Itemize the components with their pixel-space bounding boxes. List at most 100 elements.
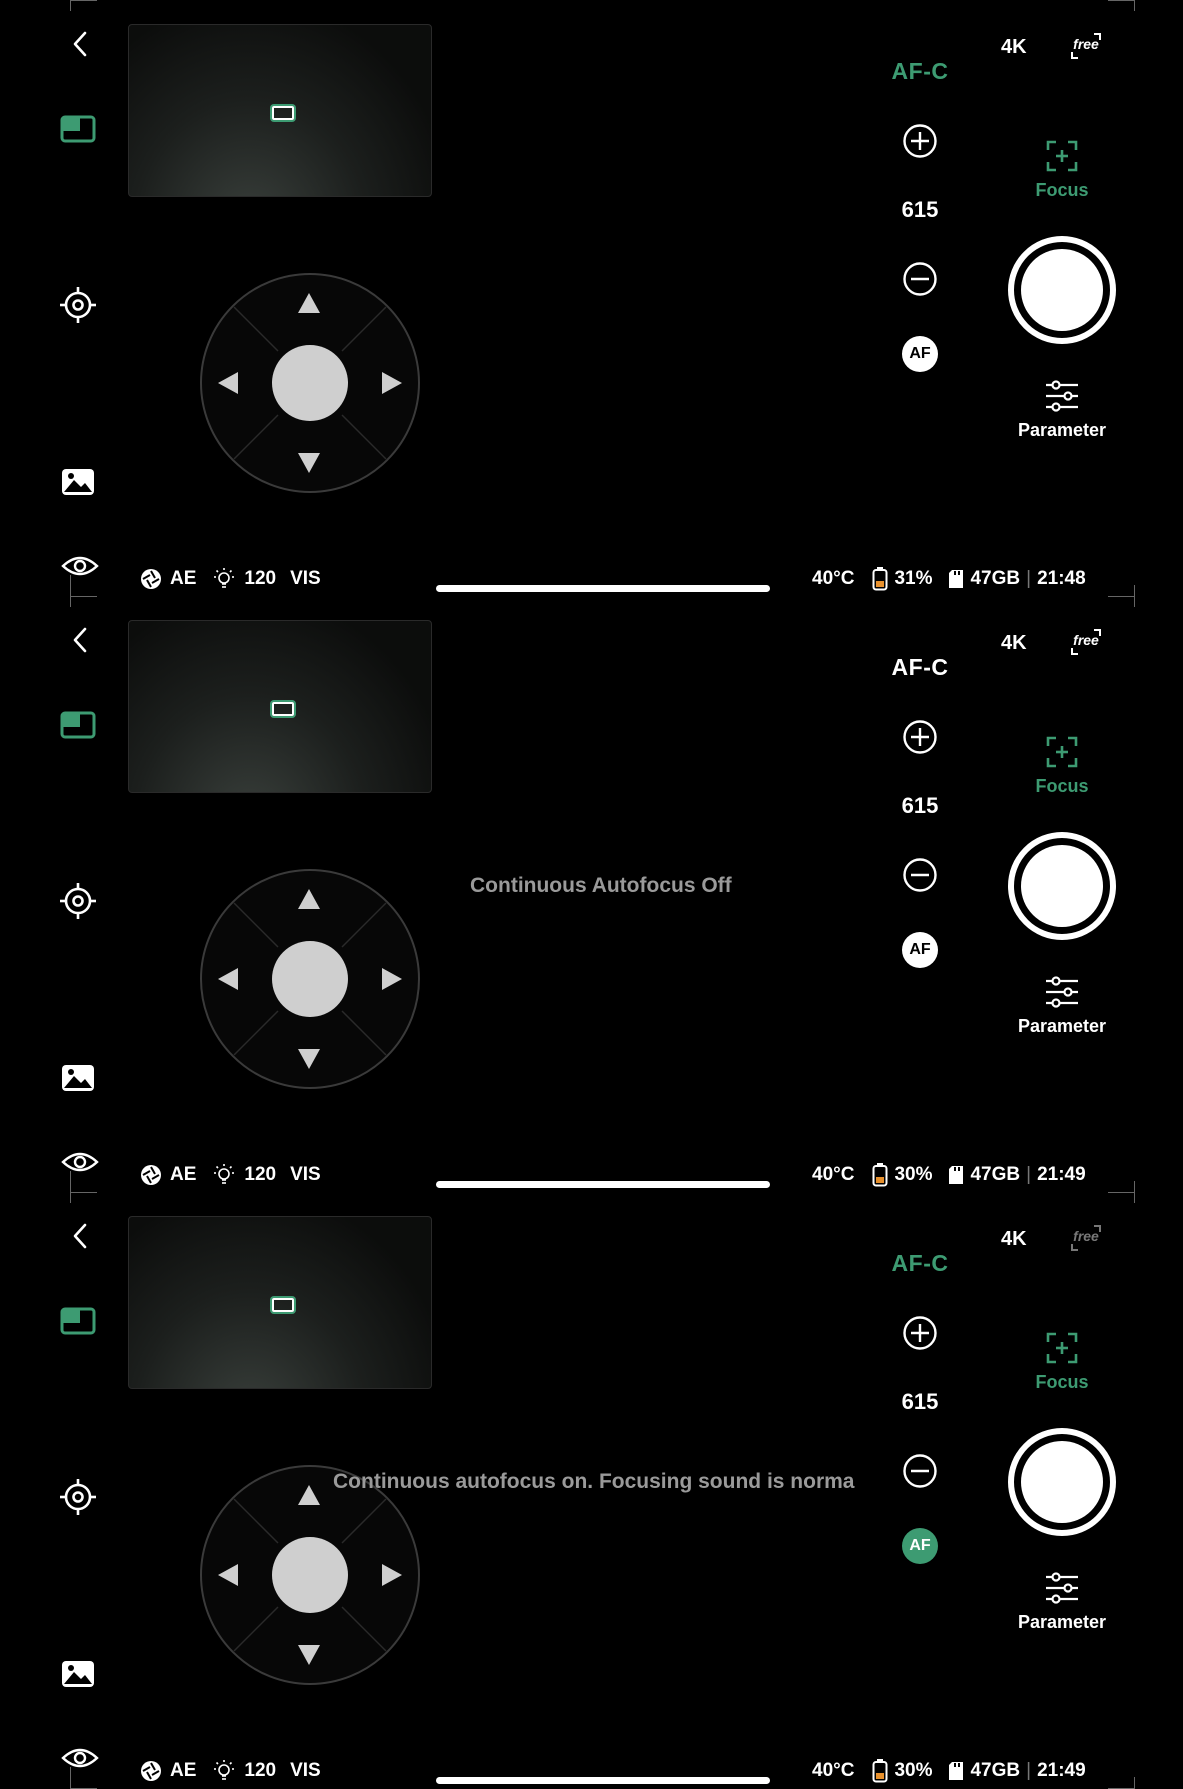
light-bulb-icon: [214, 1760, 235, 1780]
target-icon: [60, 287, 96, 323]
imaging-mode[interactable]: VIS: [290, 568, 321, 590]
autofocus-toggle-button[interactable]: AF: [902, 1528, 938, 1564]
joystick-right-arrow[interactable]: [382, 372, 402, 394]
free-mode-icon: free: [1071, 629, 1101, 655]
parameter-label[interactable]: Parameter: [996, 1016, 1128, 1037]
sliders-icon[interactable]: [1042, 976, 1082, 1008]
parameter-label[interactable]: Parameter: [996, 1612, 1128, 1633]
af-mode-button[interactable]: AF-C: [880, 58, 960, 85]
battery-icon: [872, 567, 888, 591]
free-mode-button[interactable]: free: [1066, 624, 1106, 660]
zoom-out-button[interactable]: [901, 856, 939, 894]
target-button[interactable]: [56, 879, 100, 923]
shutter-button[interactable]: [1008, 236, 1116, 344]
exposure-mode[interactable]: AE: [170, 1164, 196, 1186]
zoom-in-button[interactable]: [901, 718, 939, 756]
battery-icon: [872, 1163, 888, 1187]
target-button[interactable]: [56, 283, 100, 327]
clock-time: 21:48: [1037, 568, 1086, 589]
zoom-in-button[interactable]: [901, 1314, 939, 1352]
joystick-left-arrow[interactable]: [218, 968, 238, 990]
svg-text:free: free: [1073, 632, 1099, 648]
focus-frame-icon[interactable]: [1044, 138, 1080, 174]
shutter-button-inner: [1021, 249, 1103, 331]
pip-toggle-button[interactable]: [56, 703, 100, 747]
gallery-button[interactable]: [56, 460, 100, 504]
gallery-button[interactable]: [56, 1056, 100, 1100]
gimbal-joystick[interactable]: [200, 1465, 420, 1685]
imaging-mode[interactable]: VIS: [290, 1760, 321, 1782]
autofocus-toggle-button[interactable]: AF: [902, 336, 938, 372]
camera-preview-window[interactable]: [128, 1216, 432, 1389]
eye-icon[interactable]: [60, 1148, 100, 1176]
focus-frame-icon[interactable]: [1044, 1330, 1080, 1366]
battery-level: 31%: [894, 568, 933, 589]
light-value[interactable]: 120: [244, 1760, 276, 1782]
af-mode-button[interactable]: AF-C: [880, 1250, 960, 1277]
light-value[interactable]: 120: [244, 1164, 276, 1186]
zoom-in-button[interactable]: [901, 122, 939, 160]
joystick-down-arrow[interactable]: [298, 453, 320, 473]
focus-target-marker: [272, 1298, 294, 1312]
sliders-icon[interactable]: [1042, 380, 1082, 412]
joystick-knob[interactable]: [272, 1537, 348, 1613]
joystick-right-arrow[interactable]: [382, 968, 402, 990]
zoom-out-button[interactable]: [901, 1452, 939, 1490]
joystick-knob[interactable]: [272, 345, 348, 421]
eye-icon[interactable]: [60, 552, 100, 580]
joystick-down-arrow[interactable]: [298, 1645, 320, 1665]
imaging-mode[interactable]: VIS: [290, 1164, 321, 1186]
sliders-icon[interactable]: [1042, 1572, 1082, 1604]
temperature: 40°C: [812, 568, 855, 589]
plus-circle-icon: [903, 720, 937, 754]
back-button[interactable]: [66, 624, 94, 656]
joystick-up-arrow[interactable]: [298, 1485, 320, 1505]
pip-toggle-button[interactable]: [56, 1299, 100, 1343]
joystick-left-arrow[interactable]: [218, 372, 238, 394]
joystick-left-arrow[interactable]: [218, 1564, 238, 1586]
camera-preview-window[interactable]: [128, 620, 432, 793]
picture-in-picture-icon: [60, 711, 96, 739]
gimbal-joystick[interactable]: [200, 273, 420, 493]
gallery-icon: [62, 1065, 94, 1091]
gimbal-joystick[interactable]: [200, 869, 420, 1089]
home-indicator: [436, 585, 770, 592]
shutter-button[interactable]: [1008, 832, 1116, 940]
pip-toggle-button[interactable]: [56, 107, 100, 151]
focus-label[interactable]: Focus: [1010, 1372, 1114, 1393]
joystick-up-arrow[interactable]: [298, 889, 320, 909]
back-button[interactable]: [66, 1220, 94, 1252]
frame-corner-bottom-right: [1108, 1777, 1135, 1789]
af-mode-button[interactable]: AF-C: [880, 654, 960, 681]
light-value[interactable]: 120: [244, 568, 276, 590]
joystick-knob[interactable]: [272, 941, 348, 1017]
free-mode-button[interactable]: free: [1066, 28, 1106, 64]
frame-corner-top-left: [70, 0, 97, 11]
focus-label[interactable]: Focus: [1010, 180, 1114, 201]
focus-label[interactable]: Focus: [1010, 776, 1114, 797]
resolution-label[interactable]: 4K: [1001, 632, 1027, 655]
clock-time: 21:49: [1037, 1760, 1086, 1781]
parameter-label[interactable]: Parameter: [996, 420, 1128, 441]
exposure-mode[interactable]: AE: [170, 568, 196, 590]
joystick-right-arrow[interactable]: [382, 1564, 402, 1586]
zoom-out-button[interactable]: [901, 260, 939, 298]
resolution-label[interactable]: 4K: [1001, 1228, 1027, 1251]
status-bar-right: 40°C 31% 47GB | 21:48: [812, 566, 1092, 592]
gallery-button[interactable]: [56, 1652, 100, 1696]
joystick-down-arrow[interactable]: [298, 1049, 320, 1069]
autofocus-toggle-button[interactable]: AF: [902, 932, 938, 968]
shutter-button[interactable]: [1008, 1428, 1116, 1536]
joystick-up-arrow[interactable]: [298, 293, 320, 313]
exposure-mode[interactable]: AE: [170, 1760, 196, 1782]
eye-icon[interactable]: [60, 1744, 100, 1772]
aperture-icon: [141, 1165, 161, 1185]
target-button[interactable]: [56, 1475, 100, 1519]
resolution-label[interactable]: 4K: [1001, 36, 1027, 59]
free-mode-button[interactable]: free: [1066, 1220, 1106, 1256]
back-button[interactable]: [66, 28, 94, 60]
camera-preview-window[interactable]: [128, 24, 432, 197]
toast-message: Continuous Autofocus Off: [470, 874, 732, 897]
focus-target-marker: [272, 702, 294, 716]
focus-frame-icon[interactable]: [1044, 734, 1080, 770]
